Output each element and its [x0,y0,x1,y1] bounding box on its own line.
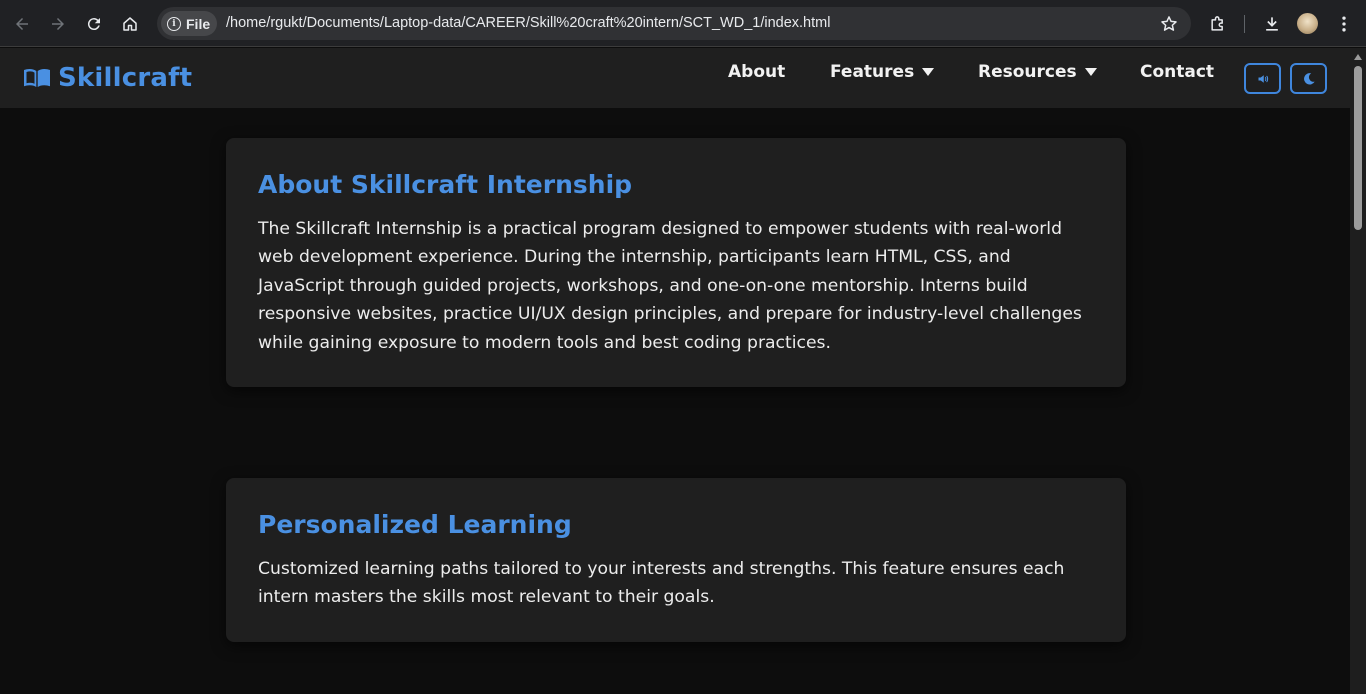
card-body: The Skillcraft Internship is a practical… [258,219,1082,353]
nav-resources[interactable]: Resources [978,62,1097,82]
bookmark-button[interactable] [1159,14,1179,34]
nav-features[interactable]: Features [830,62,935,82]
nav-label: Features [830,62,915,82]
nav-label: Contact [1140,62,1215,82]
sound-toggle-button[interactable] [1244,63,1281,94]
moon-icon [1303,72,1315,85]
scrollbar-thumb[interactable] [1354,66,1362,230]
about-card: About Skillcraft Internship The Skillcra… [226,138,1126,387]
nav-label: About [728,62,786,82]
personalized-learning-card: Personalized Learning Customized learnin… [226,478,1126,642]
forward-button[interactable] [46,12,70,36]
address-bar[interactable]: i File /home/rgukt/Documents/Laptop-data… [157,7,1191,40]
arrow-left-icon [16,18,28,30]
more-vertical-icon [1342,16,1346,32]
nav-about[interactable]: About [728,62,785,82]
info-icon: i [167,16,181,31]
browser-menu-button[interactable] [1332,12,1356,36]
page-scrollbar[interactable] [1350,48,1366,694]
site-header: Skillcraft About Features Resources Cont… [0,48,1350,108]
home-icon [123,17,137,31]
toolbar-divider [1244,15,1245,33]
theme-toggle-button[interactable] [1290,63,1327,94]
downloads-button[interactable] [1260,12,1284,36]
nav-contact[interactable]: Contact [1140,62,1214,82]
browser-toolbar: i File /home/rgukt/Documents/Laptop-data… [0,0,1366,47]
site-info-chip[interactable]: i File [161,11,217,36]
card-title: Personalized Learning [258,510,572,539]
extensions-button[interactable] [1206,12,1230,36]
reload-button[interactable] [82,12,106,36]
scroll-up-arrow-icon[interactable] [1354,54,1362,60]
url-text[interactable]: /home/rgukt/Documents/Laptop-data/CAREER… [226,15,830,31]
card-body: Customized learning paths tailored to yo… [258,559,1065,608]
file-label: File [186,15,211,32]
book-open-icon [23,67,51,89]
download-icon [1266,17,1278,31]
caret-down-icon [922,68,935,76]
site-logo[interactable]: Skillcraft [23,63,192,93]
home-button[interactable] [118,12,142,36]
speaker-icon [1258,74,1268,83]
reload-icon [87,18,100,31]
profile-avatar[interactable] [1297,13,1318,34]
logo-text: Skillcraft [58,63,193,93]
nav-label: Resources [978,62,1077,82]
page-viewport: Skillcraft About Features Resources Cont… [0,48,1350,694]
card-title: About Skillcraft Internship [258,170,633,199]
puzzle-icon [1211,16,1223,31]
caret-down-icon [1084,68,1097,76]
star-icon [1161,16,1177,31]
back-button[interactable] [10,12,34,36]
arrow-right-icon [52,18,64,30]
